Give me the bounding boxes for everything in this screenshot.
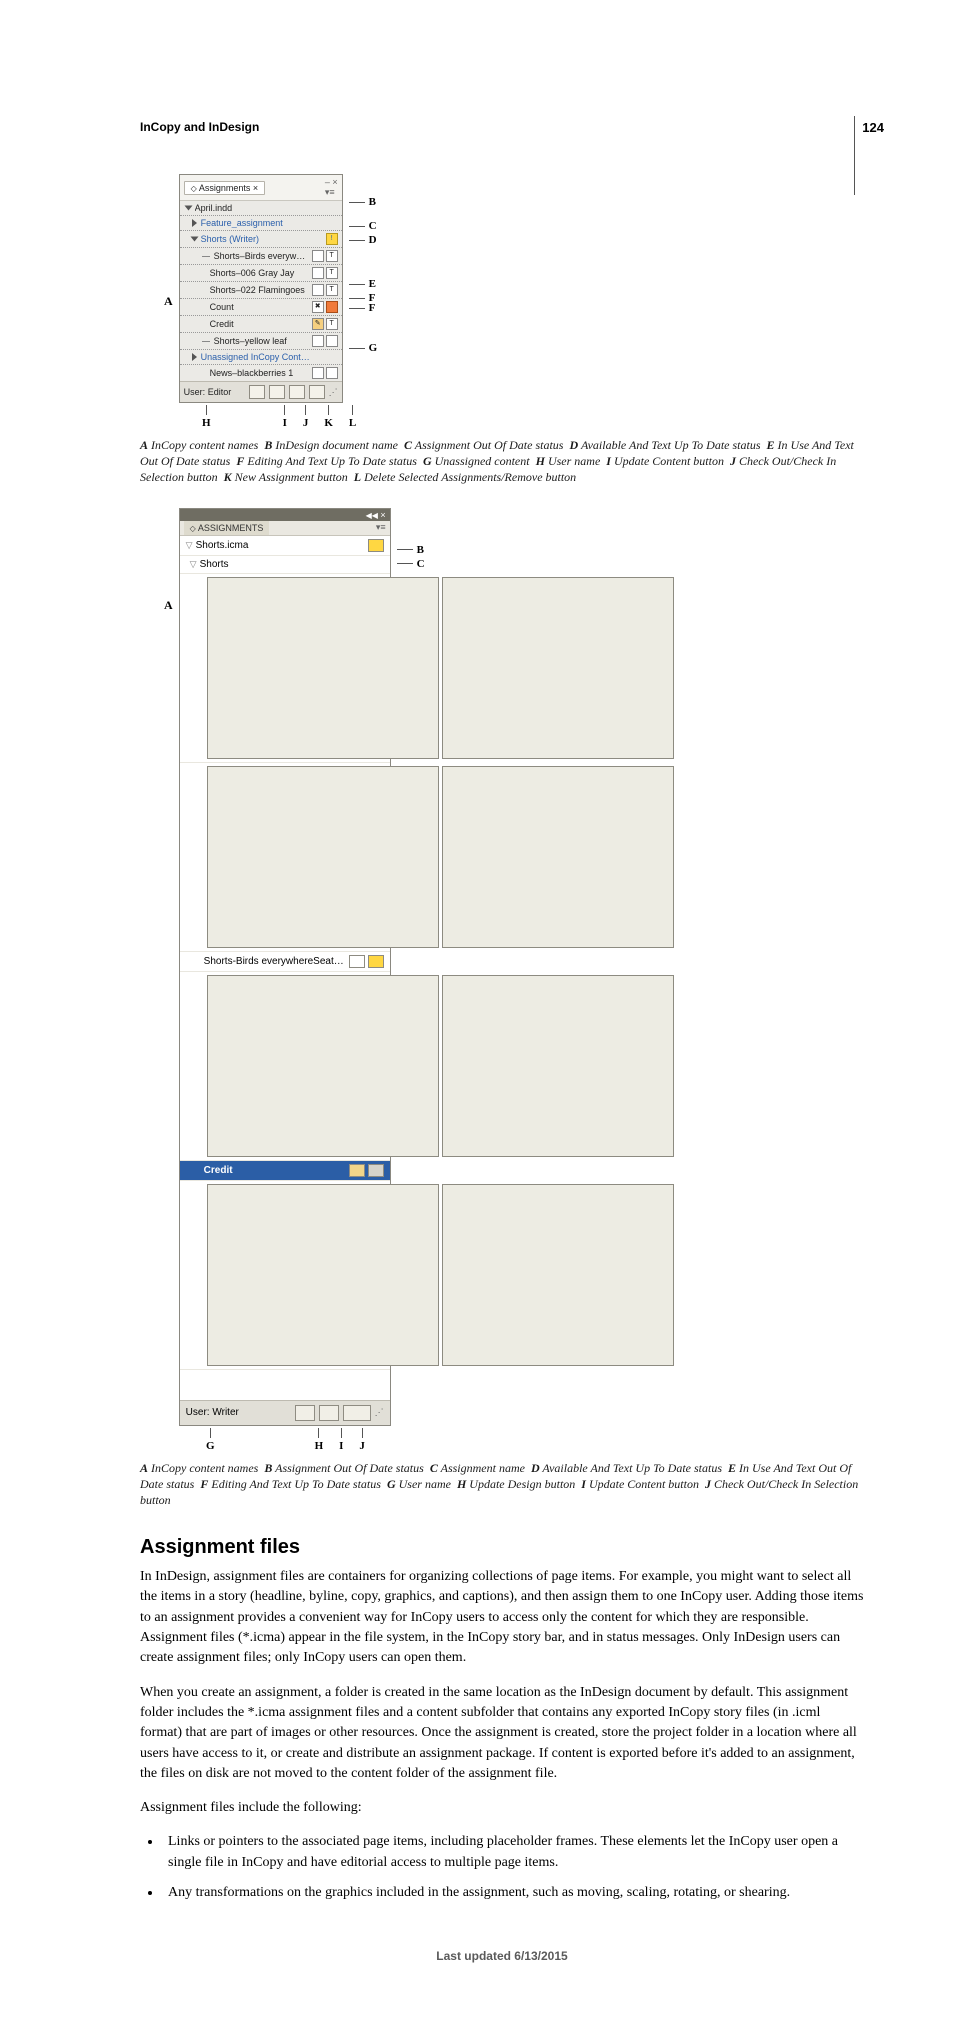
running-head: InCopy and InDesign [140, 120, 864, 134]
minimize-icon[interactable]: – [325, 177, 330, 187]
row-content[interactable]: News–blackberries 1 [210, 368, 310, 378]
status-available-icon [312, 284, 324, 296]
status-available-icon [207, 1184, 439, 1366]
row-document[interactable]: April.indd [195, 203, 338, 213]
row-content[interactable]: Shorts–Birds everywhe… [214, 251, 310, 261]
status-out-of-date-icon: ! [326, 233, 338, 245]
panel-body: ▽Shorts.icma ▽Shorts Shorts-006 Gray Jay… [180, 536, 390, 1400]
close-icon[interactable]: × [380, 510, 385, 520]
fig2-bottom-callouts: G H I J [206, 1428, 864, 1452]
close-icon[interactable]: × [332, 177, 337, 187]
status-available-icon [312, 367, 324, 379]
row-assignment-file[interactable]: Shorts.icma [196, 540, 365, 551]
panel-menu-icon[interactable]: ▾≡ [376, 522, 386, 533]
row-unassigned[interactable]: Unassigned InCopy Cont… [201, 352, 338, 362]
row-content[interactable]: Shorts–022 Flamingoes [210, 285, 310, 295]
panel-tab[interactable]: ◇ Assignments × [184, 181, 265, 195]
textframe-icon: T [326, 267, 338, 279]
status-available-icon [207, 577, 439, 759]
section-heading: Assignment files [140, 1536, 864, 1559]
fig1-bottom-callouts: H I J K L [202, 405, 864, 429]
body-paragraph: When you create an assignment, a folder … [140, 1683, 864, 1784]
status-editing-icon: ✎ [312, 318, 324, 330]
user-label: User: [186, 1407, 210, 1418]
page-footer: Last updated 6/13/2015 [140, 1949, 864, 1963]
panel-body: April.indd Feature_assignment Shorts (Wr… [180, 201, 342, 381]
user-label: User: [184, 387, 206, 397]
assignments-panel-indesign: ◇ Assignments × – × ▾≡ April.indd Featur… [179, 174, 343, 403]
collapse-icon[interactable]: ◀◀ [366, 511, 378, 520]
textframe-icon: T [326, 284, 338, 296]
body-paragraph: Assignment files include the following: [140, 1798, 864, 1818]
user-name: Writer [212, 1407, 238, 1418]
fig1-label-A: A [164, 294, 173, 309]
list-item: Links or pointers to the associated page… [162, 1832, 864, 1873]
graphicframe-icon [442, 975, 674, 1157]
panel-footer: User: Writer ⋰ [180, 1400, 390, 1425]
row-content[interactable]: Count [210, 302, 310, 312]
textframe-icon: T [326, 318, 338, 330]
fig1-right-callouts: B C D E F F G [349, 174, 378, 354]
update-content-button[interactable] [319, 1405, 339, 1421]
row-content[interactable]: Shorts-Birds everywhereSeattlena [204, 956, 346, 967]
textframe-icon: T [326, 250, 338, 262]
status-available-icon [312, 250, 324, 262]
figure-assignments-indesign: A ◇ Assignments × – × ▾≡ April.indd [164, 174, 864, 429]
row-assignment[interactable]: Shorts (Writer) [201, 234, 324, 244]
textframe-icon [368, 1164, 384, 1177]
panel-footer: User: Editor ⋰ [180, 381, 342, 402]
check-out-in-button[interactable] [269, 385, 285, 399]
delete-assignment-button[interactable] [309, 385, 325, 399]
status-in-use-icon: ✖ [312, 301, 324, 313]
textframe-icon [442, 1184, 674, 1366]
new-assignment-button[interactable] [289, 385, 305, 399]
update-design-button[interactable] [295, 1405, 315, 1421]
figure-assignments-incopy: A ◀◀ × ◇ ASSIGNMENTS ▾≡ ▽Shorts.icma ▽Sh… [164, 508, 864, 1452]
status-out-of-date-icon [368, 955, 384, 968]
body-paragraph: In InDesign, assignment files are contai… [140, 1567, 864, 1668]
status-available-icon [207, 975, 439, 1157]
row-content-selected[interactable]: Credit [204, 1165, 346, 1176]
status-editing-icon [349, 1164, 365, 1177]
page-number: 124 [862, 120, 884, 135]
row-content[interactable]: Credit [210, 319, 310, 329]
panel-tab-label[interactable]: ASSIGNMENTS [198, 523, 264, 533]
resize-icon[interactable]: ⋰ [329, 387, 338, 398]
user-name: Editor [208, 387, 232, 397]
graphicframe-icon [326, 367, 338, 379]
textframe-icon [442, 577, 674, 759]
panel-menu-icon[interactable]: ▾≡ [325, 187, 335, 197]
status-out-of-date-icon [368, 539, 384, 552]
fig2-label-A: A [164, 598, 173, 613]
list-item: Any transformations on the graphics incl… [162, 1883, 864, 1903]
assignments-panel-incopy: ◀◀ × ◇ ASSIGNMENTS ▾≡ ▽Shorts.icma ▽Shor… [179, 508, 391, 1426]
check-out-in-button[interactable] [343, 1405, 371, 1421]
status-available-icon [207, 766, 439, 948]
figure1-caption: A InCopy content names B InDesign docume… [140, 437, 864, 486]
textframe-icon [442, 766, 674, 948]
graphicframe-icon [326, 335, 338, 347]
status-available-icon [312, 335, 324, 347]
figure2-caption: A InCopy content names B Assignment Out … [140, 1460, 864, 1509]
row-assignment[interactable]: Shorts [200, 559, 384, 570]
status-available-icon [312, 267, 324, 279]
resize-icon[interactable]: ⋰ [375, 1407, 384, 1418]
row-assignment[interactable]: Feature_assignment [201, 218, 338, 228]
row-content[interactable]: Shorts–yellow leaf [214, 336, 310, 346]
close-icon[interactable]: × [253, 183, 258, 193]
bullet-list: Links or pointers to the associated page… [140, 1832, 864, 1903]
status-in-use-icon [349, 955, 365, 968]
status-out-of-date-icon [326, 301, 338, 313]
panel-tab-label: Assignments [199, 183, 251, 193]
row-content[interactable]: Shorts–006 Gray Jay [210, 268, 310, 278]
update-content-button[interactable] [249, 385, 265, 399]
